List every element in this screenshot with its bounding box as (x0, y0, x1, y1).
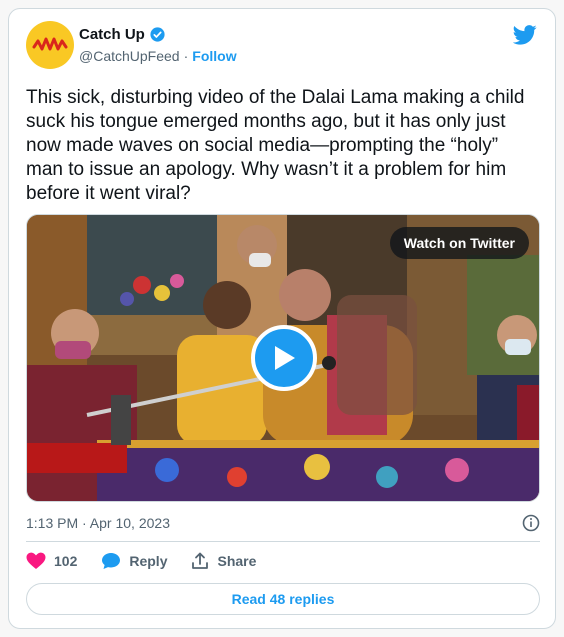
like-button[interactable]: 102 (26, 552, 77, 570)
play-button[interactable] (251, 325, 317, 391)
verified-badge-icon (150, 27, 165, 42)
play-icon (275, 346, 295, 370)
author-handle[interactable]: @CatchUpFeed (79, 48, 180, 64)
tweet-text: This sick, disturbing video of the Dalai… (26, 87, 525, 204)
share-button[interactable]: Share (191, 552, 256, 570)
follow-button[interactable]: Follow (192, 48, 236, 64)
separator-dot: · (183, 48, 189, 64)
author-name-row[interactable]: Catch Up (79, 26, 166, 43)
reply-label: Reply (129, 553, 168, 569)
tweet-timestamp[interactable]: 1:13 PM · Apr 10, 2023 (26, 515, 170, 531)
info-icon[interactable] (522, 514, 540, 532)
reply-bubble-icon (102, 553, 121, 569)
timestamp-row: 1:13 PM · Apr 10, 2023 (26, 514, 540, 532)
avatar[interactable] (26, 21, 74, 69)
reply-button[interactable]: Reply (101, 552, 167, 570)
twitter-bird-icon[interactable] (513, 25, 537, 45)
share-icon (192, 552, 209, 569)
heart-icon (26, 552, 46, 569)
watch-on-twitter-button[interactable]: Watch on Twitter (389, 227, 529, 259)
like-count: 102 (54, 553, 78, 569)
tweet-card: Catch Up @CatchUpFeed · Follow This sick… (8, 8, 556, 629)
handle-row: @CatchUpFeed · Follow (79, 48, 237, 64)
catch-up-logo-icon (32, 37, 68, 51)
action-bar: 102 Reply Share (26, 552, 280, 570)
share-label: Share (217, 553, 257, 569)
divider (26, 541, 540, 542)
author-display-name[interactable]: Catch Up (79, 26, 145, 43)
video-media[interactable]: Watch on Twitter (26, 214, 540, 502)
read-replies-button[interactable]: Read 48 replies (26, 583, 540, 615)
